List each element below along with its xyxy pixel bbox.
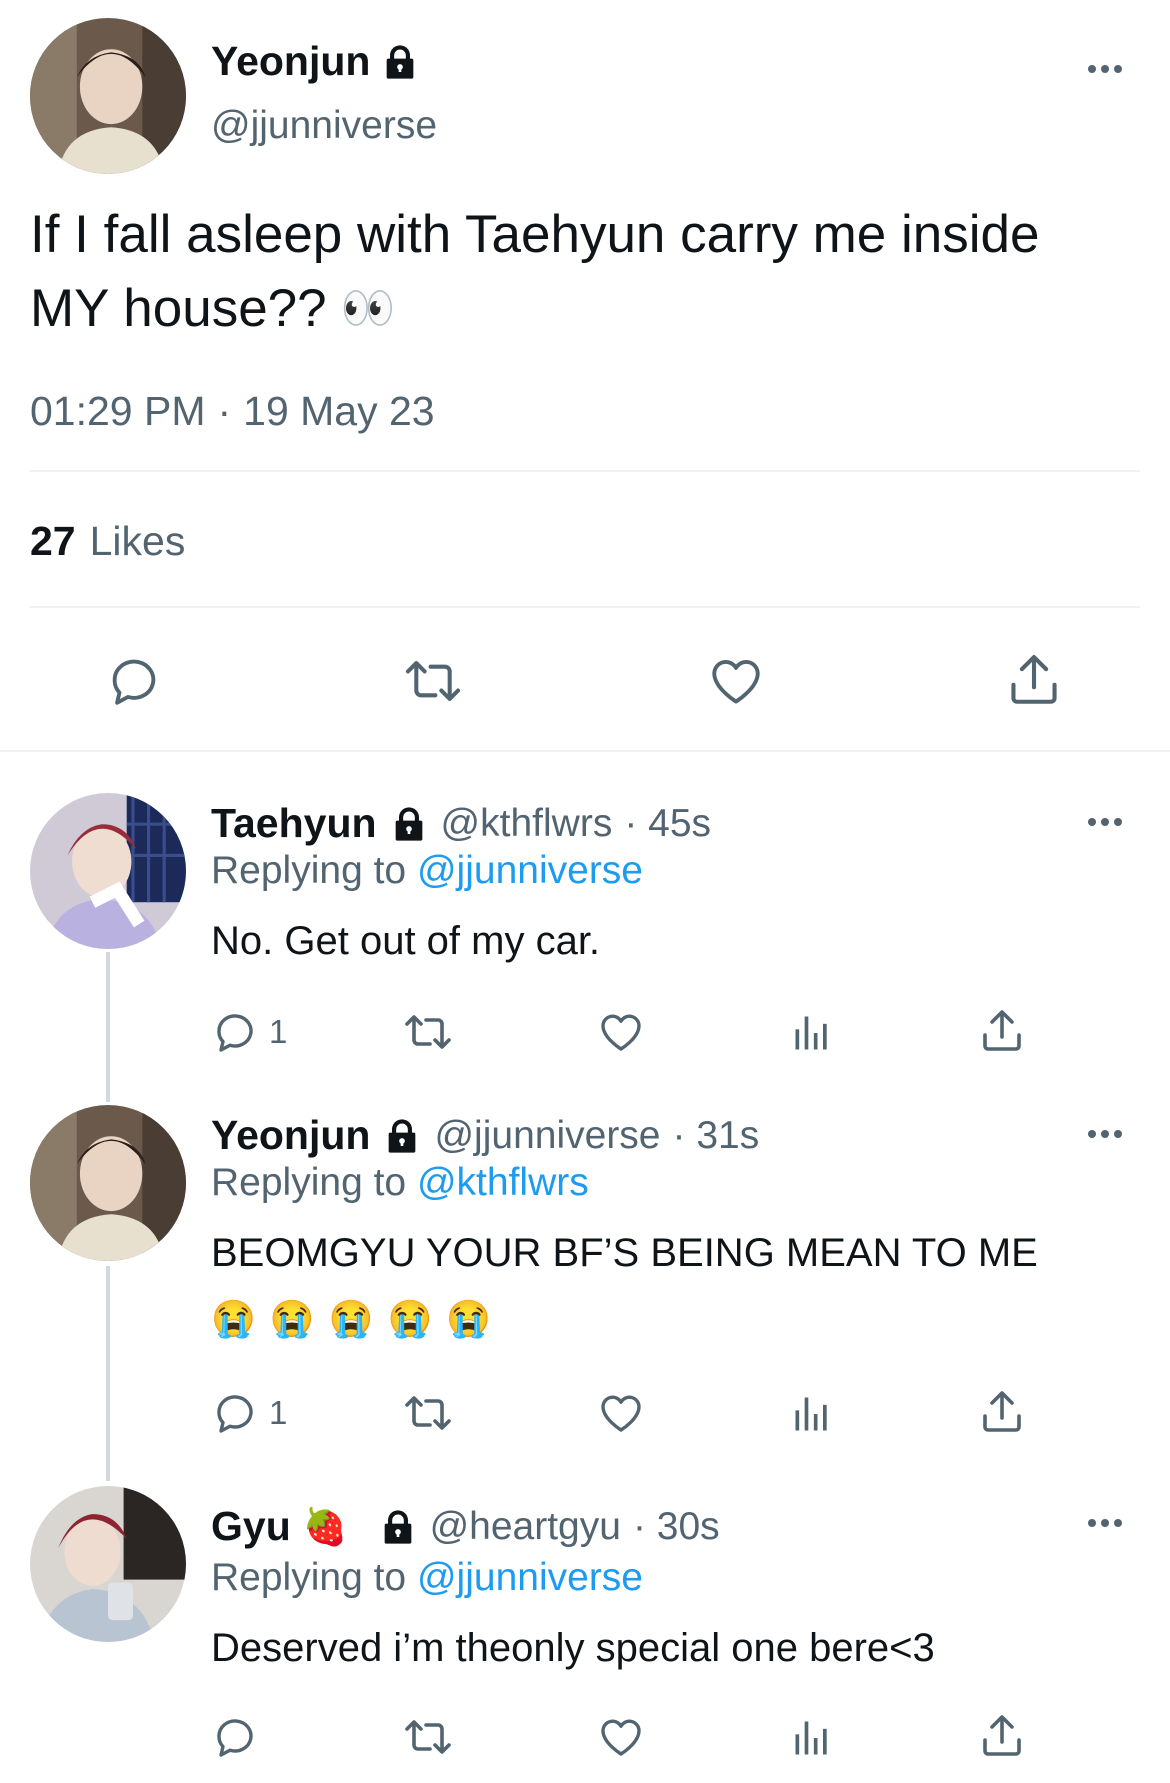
reply-author-handle[interactable]: @jjunniverse	[434, 1114, 660, 1158]
avatar-image	[30, 793, 186, 949]
retweet-icon[interactable]	[402, 652, 464, 710]
reply-author-name[interactable]: Yeonjun	[211, 1112, 370, 1159]
tweet-text-line1: If I fall asleep with Taehyun carry me i…	[30, 205, 1040, 264]
reply-time[interactable]: · 31s	[673, 1114, 760, 1158]
reply-count: 1	[269, 1394, 288, 1431]
thread-line	[106, 952, 110, 1102]
author-handle[interactable]: @jjunniverse	[211, 104, 437, 148]
retweet-icon[interactable]	[402, 1713, 454, 1761]
likes-count: 27	[30, 518, 76, 564]
views-icon[interactable]	[790, 1391, 834, 1437]
tweet-separator: ·	[217, 388, 232, 434]
replying-to: Replying to @jjunniverse	[211, 849, 643, 893]
eyes-emoji: 👀	[340, 284, 396, 333]
reply-emoji-line: 😭 😭 😭 😭 😭	[211, 1298, 494, 1339]
reply-icon	[211, 1008, 259, 1056]
avatar-image	[30, 1105, 186, 1261]
replying-to-handle[interactable]: @jjunniverse	[417, 1556, 643, 1599]
reply-text: BEOMGYU YOUR BF’S BEING MEAN TO ME	[211, 1231, 1038, 1275]
thread-line	[106, 1266, 110, 1481]
reply-count: 1	[269, 1013, 288, 1050]
heart-icon[interactable]	[596, 1389, 646, 1437]
author-name[interactable]: Yeonjun	[211, 38, 420, 85]
avatar-image	[30, 18, 186, 174]
likes-label: Likes	[89, 518, 186, 564]
reply-header: Gyu 🍓 @heartgyu · 30s	[211, 1503, 720, 1550]
strawberry-emoji: 🍓	[302, 1505, 348, 1547]
avatar-taehyun[interactable]	[30, 793, 186, 949]
likes-summary[interactable]: 27 Likes	[30, 518, 185, 565]
lock-icon	[382, 1116, 422, 1156]
reply-header: Yeonjun @jjunniverse · 31s	[211, 1112, 759, 1159]
reply-button[interactable]: 1	[211, 1008, 287, 1056]
avatar-yeonjun[interactable]	[30, 18, 186, 174]
replying-to-label: Replying to	[211, 1556, 407, 1599]
share-icon[interactable]	[978, 1006, 1026, 1056]
reply-icon	[211, 1389, 259, 1437]
divider	[30, 470, 1140, 472]
reply-icon[interactable]	[105, 652, 163, 710]
more-icon[interactable]	[1088, 1518, 1122, 1528]
reply-author-handle[interactable]: @kthflwrs	[441, 802, 613, 846]
tweet-text-line2-text: MY house??	[30, 279, 327, 338]
reply-button[interactable]: 1	[211, 1389, 287, 1437]
avatar-yeonjun[interactable]	[30, 1105, 186, 1261]
heart-icon[interactable]	[596, 1008, 646, 1056]
more-icon[interactable]	[1088, 64, 1122, 74]
lock-icon	[378, 1507, 418, 1547]
reply-text: Deserved i’m theonly special one bere<3	[211, 1626, 935, 1670]
views-icon[interactable]	[790, 1010, 834, 1056]
retweet-icon[interactable]	[402, 1389, 454, 1437]
tweet-timestamp[interactable]: 01:29 PM · 19 May 23	[30, 388, 435, 435]
replying-to: Replying to @kthflwrs	[211, 1161, 589, 1205]
heart-icon[interactable]	[706, 652, 766, 710]
reply-time[interactable]: · 45s	[624, 802, 711, 846]
author-name-text: Yeonjun	[211, 38, 371, 84]
views-icon[interactable]	[790, 1715, 834, 1761]
divider	[0, 750, 1170, 752]
replying-to-handle[interactable]: @jjunniverse	[417, 849, 643, 892]
tweet-time: 01:29 PM	[30, 388, 206, 434]
reply-text: No. Get out of my car.	[211, 919, 601, 963]
share-icon[interactable]	[978, 1711, 1026, 1761]
replying-to-label: Replying to	[211, 1161, 407, 1204]
retweet-icon[interactable]	[402, 1008, 454, 1056]
replying-to-label: Replying to	[211, 849, 407, 892]
heart-icon[interactable]	[596, 1713, 646, 1761]
reply-author-handle[interactable]: @heartgyu	[430, 1505, 621, 1549]
share-icon[interactable]	[978, 1387, 1026, 1437]
avatar-gyu[interactable]	[30, 1486, 186, 1642]
avatar-image	[30, 1486, 186, 1642]
replying-to-handle[interactable]: @kthflwrs	[417, 1161, 589, 1204]
replying-to: Replying to @jjunniverse	[211, 1556, 643, 1600]
share-icon[interactable]	[1005, 650, 1063, 710]
tweet-date: 19 May 23	[243, 388, 435, 434]
more-icon[interactable]	[1088, 817, 1122, 827]
lock-icon	[389, 804, 429, 844]
reply-icon[interactable]	[211, 1713, 259, 1761]
divider	[30, 606, 1140, 608]
tweet-text-line2: MY house?? 👀	[30, 272, 1150, 346]
reply-author-name[interactable]: Gyu	[211, 1503, 291, 1550]
reply-header: Taehyun @kthflwrs · 45s	[211, 800, 711, 847]
more-icon[interactable]	[1088, 1129, 1122, 1139]
tweet-text: If I fall asleep with Taehyun carry me i…	[30, 198, 1150, 346]
reply-author-name[interactable]: Taehyun	[211, 800, 377, 847]
lock-icon	[380, 42, 420, 82]
reply-time[interactable]: · 30s	[633, 1505, 720, 1549]
